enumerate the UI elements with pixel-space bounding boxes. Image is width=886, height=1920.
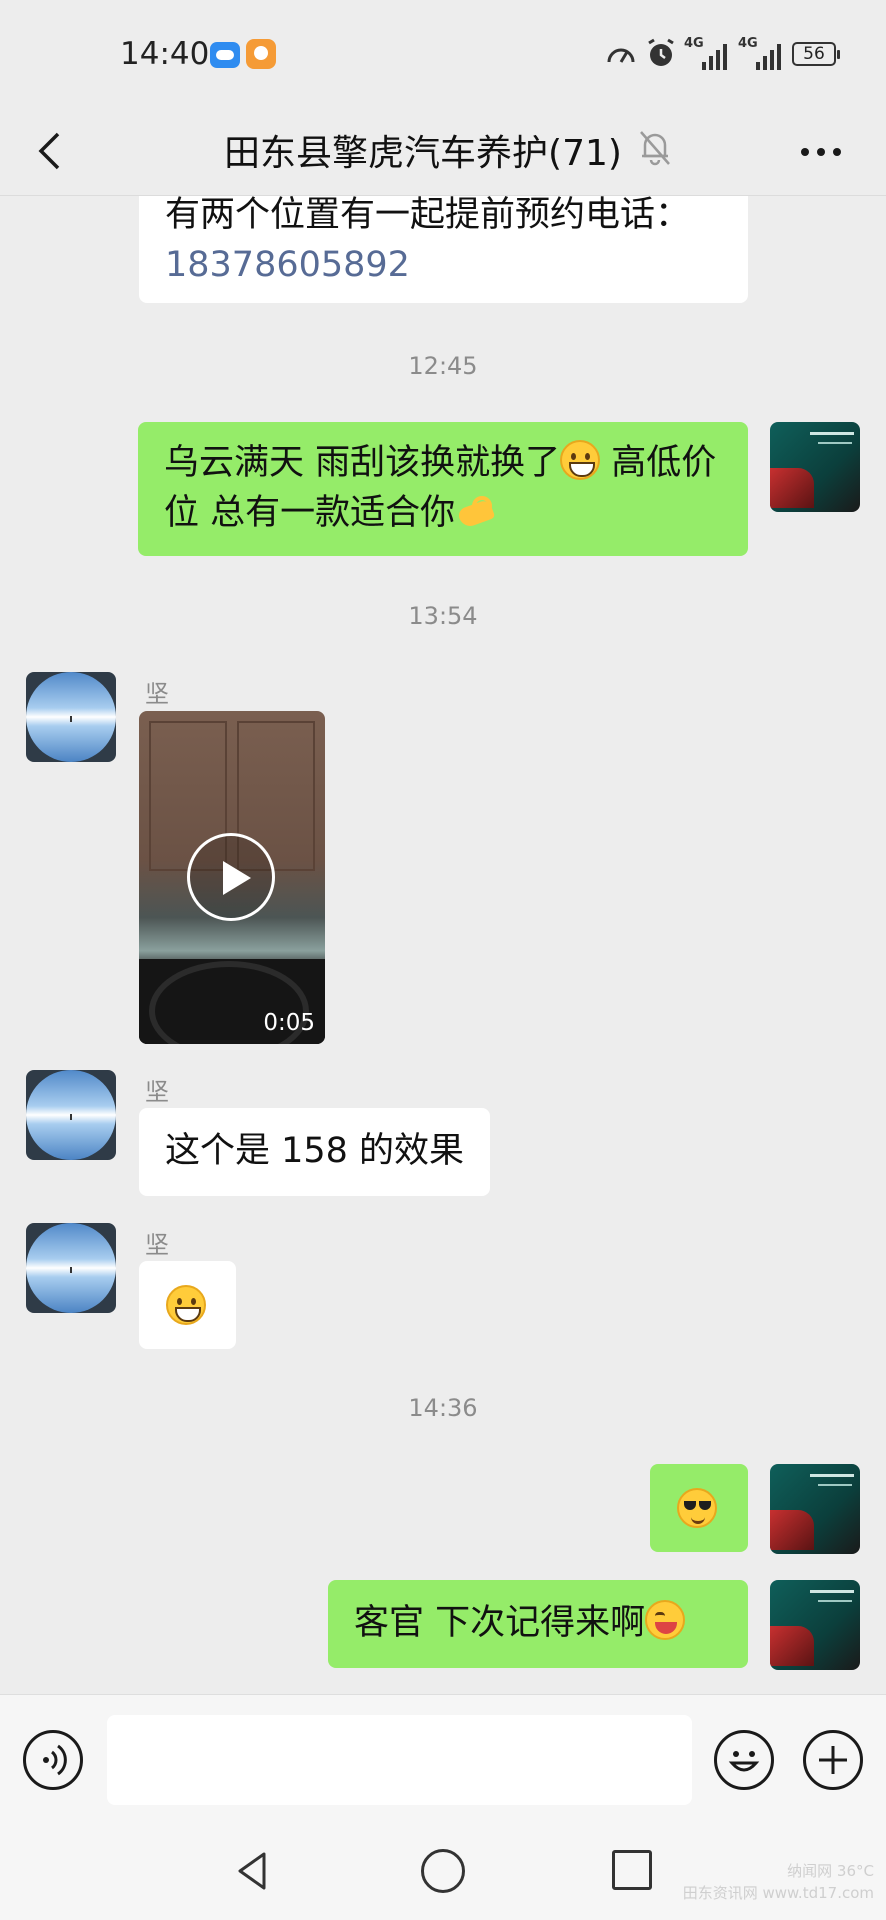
sender-name: 坚 (145, 1231, 169, 1259)
mute-icon (640, 131, 670, 166)
battery-icon: 56 (792, 42, 840, 66)
message-input[interactable] (107, 1715, 692, 1805)
signal-icon (700, 40, 730, 70)
message-bubble-outgoing[interactable]: 客官 下次记得来啊 (328, 1580, 748, 1668)
voice-input-button[interactable] (23, 1730, 83, 1790)
contact-avatar[interactable] (26, 1223, 116, 1313)
smiley-icon (728, 1751, 760, 1772)
timestamp: 13:54 (408, 602, 478, 630)
nav-home-icon[interactable] (421, 1849, 465, 1893)
video-duration: 0:05 (263, 1010, 315, 1036)
plus-icon (819, 1746, 847, 1774)
status-bar: 14:40 4G 4G 56 (0, 0, 886, 108)
sender-name: 坚 (145, 1078, 169, 1106)
chat-area[interactable]: 有两个位置有一起提前预约电话： 18378605892 12:45 乌云满天 雨… (0, 196, 886, 1694)
ok-hand-emoji-icon (455, 490, 497, 530)
message-text: 客官 下次记得来啊 (354, 1603, 646, 1643)
message-bubble-incoming[interactable] (139, 1261, 236, 1349)
message-bubble-incoming[interactable]: 有两个位置有一起提前预约电话： 18378605892 (139, 196, 748, 303)
message-bubble-outgoing[interactable] (650, 1464, 748, 1552)
contact-avatar[interactable] (26, 1070, 116, 1160)
speed-icon (607, 48, 635, 63)
video-message[interactable]: 0:05 (139, 711, 325, 1044)
timestamp: 14:36 (408, 1394, 478, 1422)
my-avatar[interactable] (770, 1464, 860, 1554)
message-bubble-outgoing[interactable]: 乌云满天 雨刮该换就换了 高低价位 总有一款适合你 (138, 422, 748, 556)
watermark-line: 田东资讯网 www.td17.com (682, 1884, 874, 1902)
cool-emoji-icon (677, 1488, 717, 1528)
shopping-app-icon (246, 39, 276, 69)
more-icon[interactable] (796, 132, 846, 172)
message-text: 有两个位置有一起提前预约电话： (165, 196, 691, 235)
my-avatar[interactable] (770, 422, 860, 512)
contact-avatar[interactable] (26, 672, 116, 762)
emoji-button[interactable] (714, 1730, 774, 1790)
message-text-part: 乌云满天 雨刮该换就换了 (164, 443, 561, 483)
timestamp: 12:45 (408, 352, 478, 380)
more-functions-button[interactable] (803, 1730, 863, 1790)
voice-icon (43, 1744, 67, 1776)
cloud-app-icon (210, 42, 240, 68)
status-time: 14:40 (120, 36, 210, 72)
play-icon[interactable] (187, 833, 275, 921)
my-avatar[interactable] (770, 1580, 860, 1670)
navigation-bar: 纳闻网 36°C 田东资讯网 www.td17.com (0, 1824, 886, 1920)
battery-level: 56 (803, 44, 825, 64)
chat-header: 田东县擎虎汽车养护(71) (0, 108, 886, 196)
phone-link[interactable]: 18378605892 (165, 240, 722, 290)
message-text: 这个是 158 的效果 (165, 1131, 465, 1171)
nav-recent-icon[interactable] (612, 1850, 652, 1890)
signal-icon (754, 40, 784, 70)
grin-emoji-icon (560, 440, 601, 480)
watermark: 纳闻网 36°C 田东资讯网 www.td17.com (683, 1860, 874, 1904)
laughing-emoji-icon (645, 1600, 686, 1640)
chat-title: 田东县擎虎汽车养护(71) (224, 133, 622, 174)
alarm-icon (648, 38, 674, 66)
sender-name: 坚 (145, 680, 169, 708)
nav-back-icon[interactable] (230, 1848, 276, 1894)
message-bubble-incoming[interactable]: 这个是 158 的效果 (139, 1108, 491, 1196)
watermark-line: 纳闻网 36°C (787, 1862, 874, 1880)
grin-emoji-icon (166, 1285, 206, 1325)
input-bar (0, 1694, 886, 1824)
